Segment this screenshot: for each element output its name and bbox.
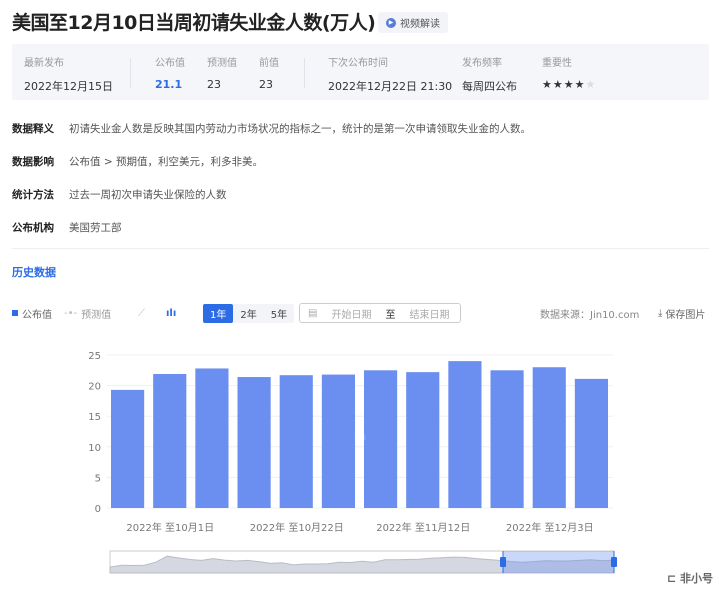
star-icon: ★ [574,78,586,91]
zoom-handle[interactable] [611,557,617,567]
square-icon [12,310,18,316]
calendar-icon: ▤ [308,307,318,319]
data-source: 数据来源：Jin10.com [540,309,640,321]
video-explain-button[interactable]: ▶ 视频解读 [378,12,448,33]
freq-label: 发布频率 [462,58,502,69]
star-icon: ★ [552,78,564,91]
range-tab-3[interactable]: 5年 [264,304,294,323]
star-icon: ★ [585,78,597,91]
forecast-label: 预测值 [207,58,237,69]
zoom-window[interactable] [503,551,614,573]
bar[interactable] [364,370,398,508]
y-tick-label: 25 [88,351,101,362]
legend-actual-label: 公布值 [22,309,52,321]
legend-forecast-label: 预测值 [81,309,112,321]
range-tab-2[interactable]: 2年 [233,304,263,323]
bar[interactable] [279,375,313,508]
zoom-slider[interactable] [109,550,615,574]
info-value: 过去一周初次申请失业保险的人数 [69,189,227,201]
zoom-handle[interactable] [500,557,506,567]
x-tick-label: 2022年 至10月1日 [126,521,214,534]
next-value: 2022年12月22日 21:30 [328,80,453,93]
bar[interactable] [532,367,566,508]
bar[interactable] [490,370,524,508]
page-title: 美国至12月10日当周初请失业金人数(万人) [12,12,376,34]
legend-actual[interactable]: 公布值 [12,303,52,323]
save-label: 保存图片 [665,309,706,321]
save-image-button[interactable]: ⤓ 保存图片 [658,303,705,323]
zoom-preview [109,555,615,574]
bar[interactable] [448,361,482,508]
line-chart-icon[interactable]: ⟋ [138,303,145,323]
video-label: 视频解读 [400,19,440,30]
actual-value: 21.1 [155,78,183,91]
y-tick-label: 5 [95,473,101,484]
info-value: 美国劳工部 [69,222,122,234]
x-tick-label: 2022年 至10月22日 [250,521,344,534]
info-key: 数据释义 [12,123,54,135]
bar[interactable] [237,377,271,508]
range-tab-1[interactable]: 1年 [203,303,234,323]
divider [12,248,709,249]
start-date-input[interactable]: 开始日期 [331,306,371,321]
latest-label: 最新发布 [24,58,64,69]
chart-watermark: ◎ [354,429,366,445]
y-tick-label: 10 [88,443,101,454]
range-selector: 1年 2年 5年 [203,303,295,323]
bar[interactable] [406,372,440,508]
date-to-label: 至 [385,309,396,321]
star-icon: ★ [542,78,553,91]
previous-value: 23 [259,78,273,91]
latest-value: 2022年12月15日 [24,80,113,93]
star-icon: ★ [563,78,575,91]
y-tick-label: 0 [95,504,101,515]
x-tick-label: 2022年 至12月3日 [506,521,594,534]
y-tick-label: 20 [88,382,101,393]
actual-label: 公布值 [155,58,185,69]
info-key: 公布机构 [12,222,54,234]
info-value: 初请失业金人数是反映其国内劳动力市场状况的指标之一，统计的是第一次申请领取失业金… [69,123,531,135]
watermark-logo: ⊏ 非小号 [666,572,713,585]
info-row: 公布机构 美国劳工部 [12,220,122,235]
importance-stars: ★★★★★ [542,78,596,91]
info-value: 公布值 > 预期值，利空美元，利多非美。 [69,156,263,168]
bar[interactable] [111,389,145,508]
bar[interactable] [153,373,187,508]
info-row: 统计方法 过去一周初次申请失业保险的人数 [12,187,227,202]
previous-label: 前值 [259,58,279,69]
bar[interactable] [321,374,355,508]
info-row: 数据影响 公布值 > 预期值，利空美元，利多非美。 [12,154,263,169]
x-tick-label: 2022年 至11月12日 [376,521,470,534]
bar[interactable] [574,378,608,508]
play-icon: ▶ [386,17,396,28]
legend-forecast[interactable]: -•- 预测值 [64,303,111,323]
importance-label: 重要性 [542,58,572,69]
bar-chart-icon[interactable]: ılı [166,303,176,323]
date-range-picker[interactable]: ▤ 开始日期 至 结束日期 [299,303,461,323]
download-icon: ⤓ [658,307,663,319]
end-date-input[interactable]: 结束日期 [409,306,449,321]
y-tick-label: 15 [88,412,101,423]
line-dot-icon: -•- [64,307,78,319]
forecast-value: 23 [207,78,221,91]
next-label: 下次公布时间 [328,58,388,69]
summary-panel: 最新发布 2022年12月15日 公布值 21.1 预测值 23 前值 23 下次公布时… [12,44,709,100]
freq-value: 每周四公布 [462,80,517,93]
bar[interactable] [195,368,229,508]
info-key: 数据影响 [12,156,54,168]
info-key: 统计方法 [12,189,54,201]
info-row: 数据释义 初请失业金人数是反映其国内劳动力市场状况的指标之一，统计的是第一次申请领… [12,121,531,136]
history-heading: 历史数据 [12,266,56,279]
chart-toolbar: 公布值 -•- 预测值 ⟋ ılı 1年 2年 5年 ▤ 开始日期 至 结束日期 数据来源：… [12,303,709,323]
